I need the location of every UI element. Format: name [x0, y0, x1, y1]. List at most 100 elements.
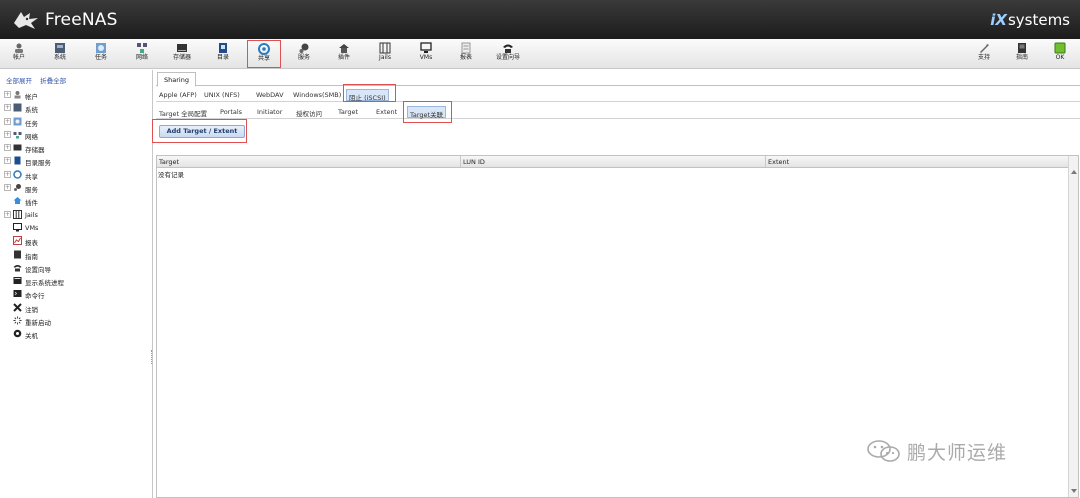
- toolbar-label: 设置向导: [495, 54, 520, 61]
- subtab-initiator[interactable]: Initiator: [255, 106, 284, 118]
- toolbar-jails-button[interactable]: Jails: [370, 40, 400, 68]
- iscsi-subtabs: Target 全局配置 Portals Initiator 授权访问 Targe…: [156, 103, 1080, 119]
- tree-item-guide[interactable]: 指南: [0, 248, 152, 261]
- alert-ok-icon: [1054, 42, 1066, 54]
- navigation-tree: 全部展开 折叠全部 + 帐户 + 系统 + 任务 + 网络 + 存储器 + 目录…: [0, 70, 153, 498]
- tree-item-shutdown[interactable]: 关机: [0, 327, 152, 340]
- toolbar-wizard-button[interactable]: 设置向导: [492, 40, 524, 68]
- expand-toggle-icon[interactable]: +: [4, 184, 11, 192]
- toolbar-services-button[interactable]: 服务: [289, 40, 319, 68]
- tree-item-label: 设置向导: [25, 265, 51, 274]
- tasks-icon: [96, 43, 106, 53]
- tree-item-sharing[interactable]: + 共享: [0, 168, 152, 181]
- expand-toggle-icon[interactable]: +: [4, 210, 11, 218]
- subtab-webdav[interactable]: WebDAV: [254, 89, 286, 101]
- tree-actions: 全部展开 折叠全部: [0, 70, 152, 88]
- toolbar-accounts-button[interactable]: 帐户: [4, 40, 34, 68]
- ix-logo-prefix: iX: [990, 11, 1007, 29]
- toolbar-system-button[interactable]: 系统: [45, 40, 75, 68]
- expand-toggle-icon[interactable]: +: [4, 157, 11, 165]
- sharing-icon: [13, 170, 22, 179]
- column-header-lun-id[interactable]: LUN ID: [461, 156, 766, 167]
- collapse-all-link[interactable]: 折叠全部: [40, 77, 66, 85]
- expand-toggle-icon[interactable]: +: [4, 170, 11, 178]
- subtab-target-extent[interactable]: Target关联: [407, 106, 447, 119]
- toolbar-guide-button[interactable]: 指南: [1007, 40, 1037, 68]
- toolbar-storage-button[interactable]: 存储器: [167, 40, 197, 68]
- toolbar-network-button[interactable]: 网络: [127, 40, 157, 68]
- tree-item-process-list[interactable]: 显示系统进程: [0, 274, 152, 287]
- scroll-up-arrow-icon[interactable]: [1071, 170, 1077, 174]
- tree-item-plugins[interactable]: 插件: [0, 194, 152, 207]
- expand-all-link[interactable]: 全部展开: [6, 77, 32, 85]
- expand-toggle-icon[interactable]: +: [4, 117, 11, 125]
- tree-item-wizard[interactable]: 设置向导: [0, 261, 152, 274]
- subtab-extent[interactable]: Extent: [374, 106, 399, 118]
- tree-item-reboot[interactable]: 重新启动: [0, 314, 152, 327]
- toolbar-tasks-button[interactable]: 任务: [86, 40, 116, 68]
- tree-item-reports[interactable]: 报表: [0, 234, 152, 247]
- tree-item-label: 任务: [25, 119, 38, 128]
- tab-sharing[interactable]: Sharing: [157, 72, 196, 87]
- grid-scrollbar[interactable]: [1068, 156, 1078, 497]
- subtab-portals[interactable]: Portals: [218, 106, 244, 118]
- directory-icon: [14, 156, 21, 165]
- subtab-authorized-access[interactable]: 授权访问: [294, 106, 324, 118]
- tree-item-tasks[interactable]: + 任务: [0, 115, 152, 128]
- wizard-icon: [13, 264, 22, 272]
- toolbar-label: 系统: [53, 54, 66, 61]
- jails-icon: [379, 42, 391, 54]
- toolbar-support-button[interactable]: 支持: [969, 40, 999, 68]
- tree-item-vms[interactable]: VMs: [0, 221, 152, 234]
- tree-item-label: 系统: [25, 106, 38, 115]
- toolbar-sharing-button[interactable]: 共享: [247, 40, 281, 68]
- toolbar-label: Jails: [379, 54, 391, 61]
- toolbar-vms-button[interactable]: VMs: [411, 40, 441, 68]
- tree-item-services[interactable]: + 服务: [0, 181, 152, 194]
- expand-toggle-icon[interactable]: +: [4, 130, 11, 138]
- tree-item-network[interactable]: + 网络: [0, 128, 152, 141]
- tree-item-system[interactable]: + 系统: [0, 101, 152, 114]
- services-icon: [14, 184, 21, 192]
- tree-item-shell[interactable]: 命令行: [0, 287, 152, 300]
- tree-item-jails[interactable]: + Jails: [0, 208, 152, 221]
- system-icon: [13, 103, 22, 112]
- tree-item-label: 报表: [25, 239, 38, 248]
- subtab-iscsi[interactable]: 阻止 (iSCSI): [346, 89, 389, 102]
- toolbar-plugins-button[interactable]: 插件: [329, 40, 359, 68]
- tree-item-label: 命令行: [25, 292, 45, 301]
- tree-item-directory-services[interactable]: + 目录服务: [0, 154, 152, 167]
- tree-item-logout[interactable]: 注销: [0, 301, 152, 314]
- toolbar-label: 指南: [1015, 54, 1028, 61]
- toolbar-label: 存储器: [172, 54, 191, 61]
- guide-icon: [14, 250, 21, 259]
- column-header-target[interactable]: Target: [157, 156, 461, 167]
- column-header-extent[interactable]: Extent: [766, 156, 1069, 167]
- add-target-extent-button[interactable]: Add Target / Extent: [159, 125, 245, 138]
- process-icon: [13, 277, 22, 285]
- toolbar-alert-button[interactable]: OK: [1045, 40, 1075, 68]
- toolbar-label: VMs: [419, 54, 433, 61]
- scroll-down-arrow-icon[interactable]: [1071, 489, 1077, 493]
- subtab-target[interactable]: Target: [336, 106, 360, 118]
- toolbar-label: OK: [1055, 54, 1065, 61]
- tree-item-label: 关机: [25, 332, 38, 341]
- expand-toggle-icon[interactable]: +: [4, 91, 11, 98]
- grid-empty-message: 没有记录: [158, 171, 184, 179]
- subtab-nfs[interactable]: UNIX (NFS): [202, 89, 242, 101]
- toolbar-label: 网络: [135, 54, 148, 61]
- expand-toggle-icon[interactable]: +: [4, 144, 11, 152]
- panel-splitter-handle[interactable]: [151, 350, 154, 364]
- subtab-target-global-config[interactable]: Target 全局配置: [157, 106, 209, 118]
- plugins-icon: [339, 44, 349, 53]
- tree-item-label: 重新启动: [25, 319, 51, 328]
- toolbar-directory-button[interactable]: 目录: [208, 40, 238, 68]
- subtab-smb[interactable]: Windows(SMB): [291, 89, 343, 101]
- subtab-afp[interactable]: Apple (AFP): [157, 89, 199, 101]
- users-icon: [14, 91, 21, 99]
- expand-toggle-icon[interactable]: +: [4, 104, 11, 112]
- tree-item-storage[interactable]: + 存储器: [0, 141, 152, 154]
- tree-item-accounts[interactable]: + 帐户: [0, 88, 152, 101]
- toolbar-reports-button[interactable]: 报表: [451, 40, 481, 68]
- power-icon: [13, 330, 22, 338]
